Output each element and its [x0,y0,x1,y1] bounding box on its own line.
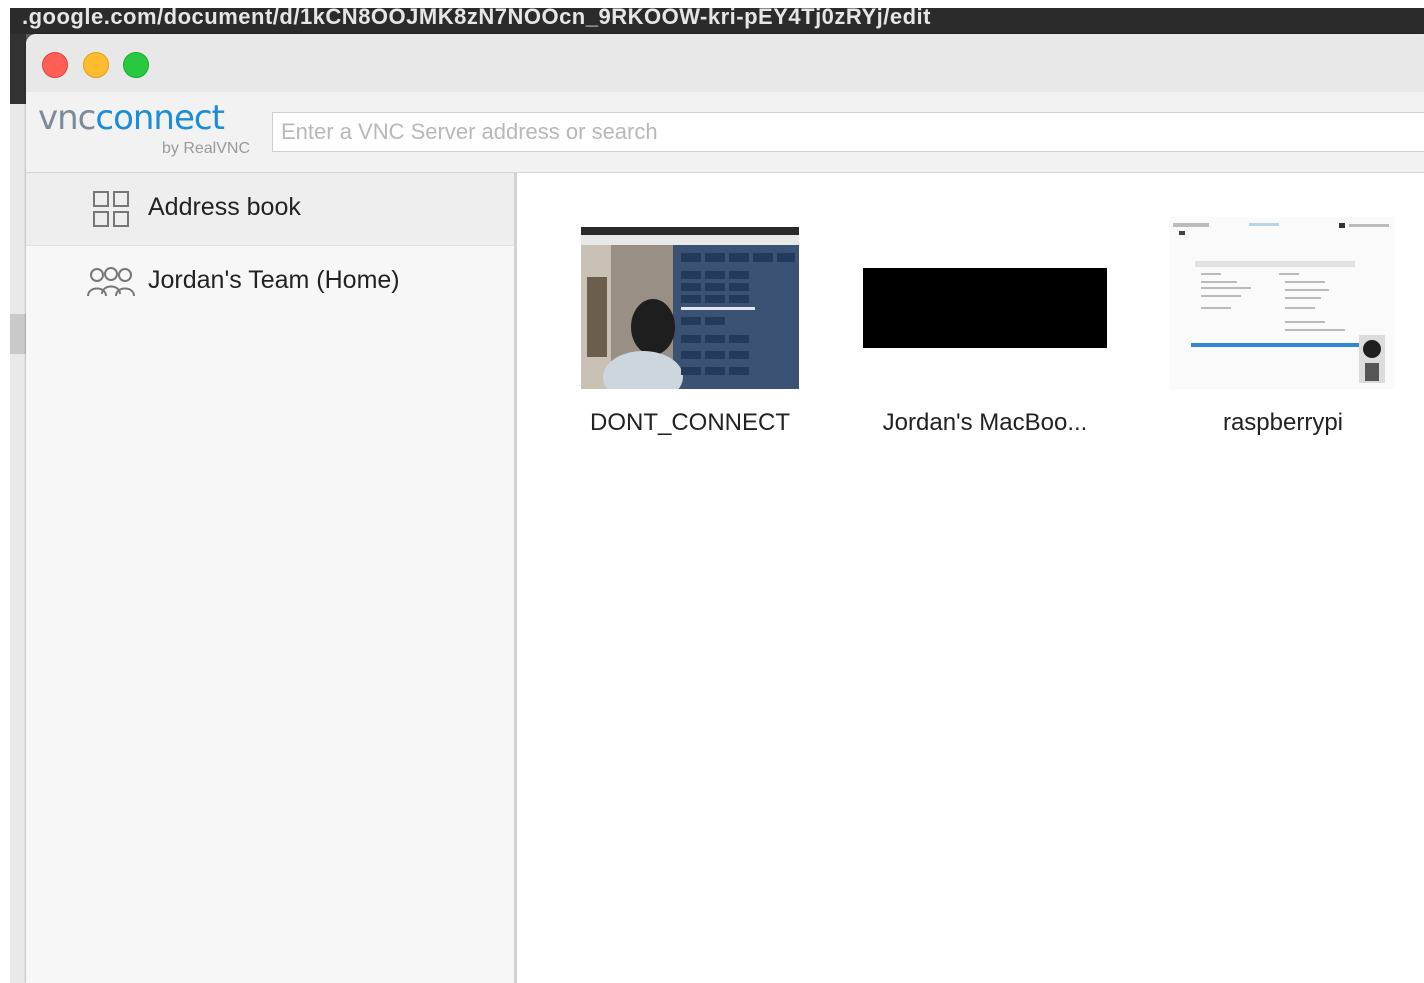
logo-wordmark: vncconnect [38,98,225,138]
computer-thumbnail [863,268,1107,348]
logo-vnc: vnc [38,98,96,138]
close-window-button[interactable] [42,52,68,78]
minimize-window-button[interactable] [83,52,109,78]
logo-byline: by RealVNC [161,140,250,157]
logo-connect: connect [95,98,225,138]
team-icon [87,267,135,297]
background-page-edge [10,34,26,983]
computer-grid: DONT_CONNECT Jordan's MacBoo... raspberr… [517,173,1424,983]
zoom-window-button[interactable] [123,52,149,78]
sidebar-item-address-book[interactable]: Address book [26,173,514,246]
computer-name: raspberrypi [1222,409,1344,436]
vnc-connect-logo: vncconnect by RealVNC [38,98,252,158]
computer-name: Jordan's MacBoo... [882,409,1088,436]
sidebar-item-team[interactable]: Jordan's Team (Home) [26,246,514,318]
computer-thumbnail [581,227,799,389]
background-scroll-strip [10,314,26,354]
webcam-desktop-thumbnail [581,227,799,389]
light-desktop-thumbnail [1169,217,1395,389]
background-url-text: .google.com/document/d/1kCN8OOJMK8zN7NOO… [22,4,931,29]
search-input[interactable] [273,113,1424,151]
sidebar-item-label: Address book [148,193,301,221]
background-dark-strip [10,34,26,104]
computer-name: DONT_CONNECT [589,409,790,436]
sidebar: Address book Jordan's Team (Home) [26,173,517,983]
search-box[interactable] [272,112,1424,152]
grid-icon [93,191,129,227]
background-url-bar: .google.com/document/d/1kCN8OOJMK8zN7NOO… [10,4,1424,34]
sidebar-item-label: Jordan's Team (Home) [148,266,400,294]
computer-thumbnail [1169,217,1395,389]
title-bar[interactable] [26,34,1424,93]
toolbar: vncconnect by RealVNC [26,92,1424,173]
vnc-viewer-window: vncconnect by RealVNC Address book [26,34,1424,983]
